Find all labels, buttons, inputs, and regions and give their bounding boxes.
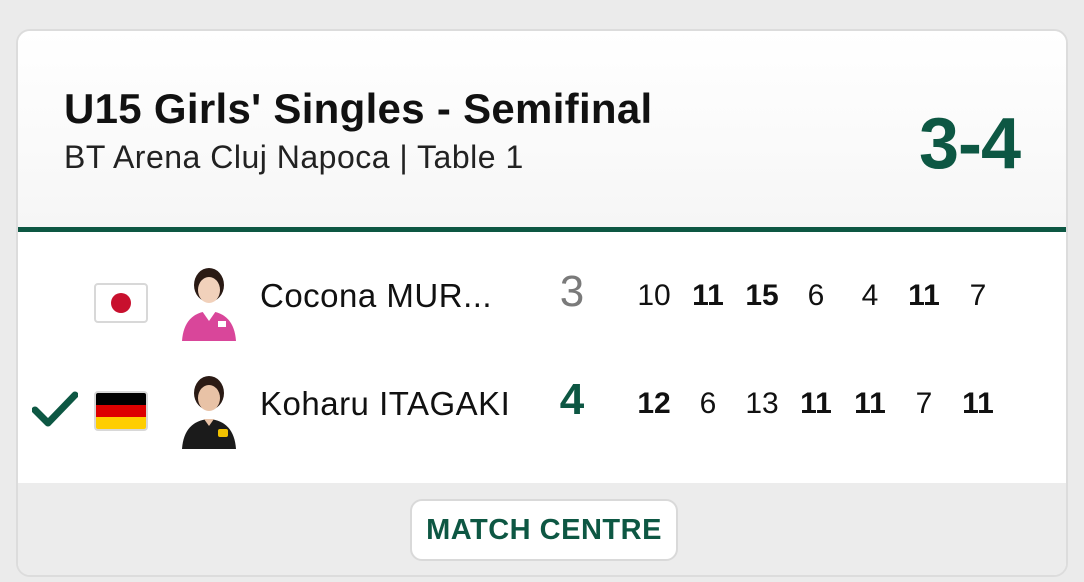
match-centre-button[interactable]: MATCH CENTRE [410, 499, 678, 561]
header-divider [18, 227, 1066, 232]
japan-flag-icon [94, 283, 148, 323]
game-score: 11 [692, 279, 724, 312]
player-avatar-icon [182, 268, 236, 341]
game-score: 4 [861, 279, 879, 312]
game-score: 7 [969, 279, 987, 312]
match-title: U15 Girls' Singles - Semifinal [64, 85, 653, 132]
game-score: 11 [962, 387, 994, 420]
overall-score: 3-4 [918, 104, 1021, 184]
player-name[interactable]: Cocona MUR... [260, 277, 492, 315]
game-score: 10 [637, 279, 671, 312]
game-score: 13 [745, 387, 779, 420]
game-score: 6 [699, 387, 717, 420]
game-score: 7 [915, 387, 933, 420]
game-score: 11 [800, 387, 832, 420]
winner-check-icon [32, 391, 78, 427]
player-row-1: Cocona MUR... 3 10 11 15 6 4 11 7 [18, 253, 1066, 343]
match-header: U15 Girls' Singles - Semifinal BT Arena … [18, 31, 1066, 229]
game-score: 12 [637, 387, 671, 420]
game-score: 15 [745, 279, 779, 312]
match-card: U15 Girls' Singles - Semifinal BT Arena … [16, 29, 1068, 577]
player-row-2: Koharu ITAGAKI 4 12 6 13 11 11 7 11 [18, 361, 1066, 451]
games-won: 4 [559, 375, 585, 424]
germany-flag-icon [94, 391, 148, 431]
player-avatar-icon [182, 376, 236, 449]
player-name[interactable]: Koharu ITAGAKI [260, 385, 510, 423]
game-score: 6 [807, 279, 825, 312]
game-score: 11 [908, 279, 940, 312]
games-won: 3 [559, 267, 585, 316]
match-venue: BT Arena Cluj Napoca | Table 1 [64, 139, 524, 175]
card-footer: MATCH CENTRE [18, 483, 1066, 575]
game-score: 11 [854, 387, 886, 420]
